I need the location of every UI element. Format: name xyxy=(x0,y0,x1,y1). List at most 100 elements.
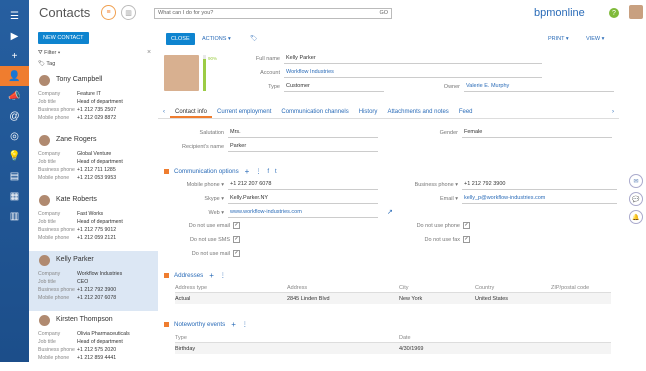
dnu-fax-checkbox[interactable]: ✓ xyxy=(463,236,470,243)
plus-icon[interactable]: + xyxy=(0,46,29,66)
business-phone-label[interactable]: Business phone ▾ xyxy=(388,182,462,188)
type-field[interactable]: Customer xyxy=(284,82,384,92)
salutation-field[interactable]: Mrs. xyxy=(228,128,378,138)
events-section-header[interactable]: Noteworthy events + ⋮ xyxy=(164,320,248,329)
dnu-phone-checkbox[interactable]: ✓ xyxy=(463,222,470,229)
tab-communication-channels[interactable]: Communication channels xyxy=(276,107,353,118)
field-value: +1 212 711 1285 xyxy=(77,167,116,173)
more-icon[interactable]: ⋮ xyxy=(242,321,248,328)
dnu-email-checkbox[interactable]: ✓ xyxy=(233,222,240,229)
dnu-mail-checkbox[interactable]: ✓ xyxy=(233,250,240,257)
document-icon[interactable]: ▤ xyxy=(0,166,29,186)
contact-card[interactable]: Kirsten Thompson Company Olivia Pharmaceut… xyxy=(29,311,158,371)
field-label: Company xyxy=(38,331,61,337)
tab-history[interactable]: History xyxy=(354,107,383,118)
building-icon[interactable]: ▦ xyxy=(0,186,29,206)
view-button[interactable]: VIEW ▾ xyxy=(586,36,604,42)
user-avatar[interactable] xyxy=(629,5,643,19)
add-icon[interactable]: + xyxy=(245,167,250,176)
contact-name[interactable]: Kirsten Thompson xyxy=(56,316,113,323)
contact-card[interactable]: Tony Campbell Company Feature IT Job title H… xyxy=(29,71,158,131)
business-phone-field[interactable]: +1 212 792 3900 xyxy=(462,180,617,190)
page-title: Contacts xyxy=(39,5,91,20)
contact-card[interactable]: Zane Rogers Company Global Venture Job titl… xyxy=(29,131,158,191)
search-input[interactable]: What can I do for you? GO xyxy=(154,8,392,19)
field-label: Company xyxy=(38,211,61,217)
bulb-icon[interactable]: 💡 xyxy=(0,146,29,166)
contact-card[interactable]: Kate Roberts Company Fast Works Job title He… xyxy=(29,191,158,251)
new-contact-button[interactable]: NEW CONTACT xyxy=(38,32,89,44)
list-view-icon[interactable]: ≡ xyxy=(101,5,116,20)
recipient-field[interactable]: Parker xyxy=(228,142,378,152)
facebook-icon[interactable]: f xyxy=(267,169,269,175)
communication-section-header[interactable]: Communication options + ⋮ f t xyxy=(164,167,277,176)
owner-field[interactable]: Valerie E. Murphy xyxy=(464,82,614,92)
contacts-icon[interactable]: 👤 xyxy=(0,66,29,86)
target-icon[interactable]: ◎ xyxy=(0,126,29,146)
mobile-phone-label[interactable]: Mobile phone ▾ xyxy=(178,182,228,188)
contact-photo[interactable] xyxy=(164,55,199,91)
actions-button[interactable]: ACTIONS ▾ xyxy=(202,36,231,42)
skype-label[interactable]: Skype ▾ xyxy=(178,196,228,202)
at-icon[interactable]: @ xyxy=(0,106,29,126)
tabs-prev-icon[interactable]: ‹ xyxy=(158,107,170,118)
more-icon[interactable]: ⋮ xyxy=(220,272,226,279)
web-label[interactable]: Web ▾ xyxy=(178,210,228,216)
contact-field-row: Job title Head of department xyxy=(38,339,156,345)
right-toolbar: ✉ 💬 🔔 xyxy=(626,170,646,228)
tab-attachments-and-notes[interactable]: Attachments and notes xyxy=(382,107,453,118)
contact-name[interactable]: Tony Campbell xyxy=(56,76,102,83)
web-field[interactable]: www.workflow-industries.com xyxy=(228,208,378,218)
twitter-icon[interactable]: t xyxy=(275,169,277,175)
menu-icon[interactable]: ☰ xyxy=(0,6,29,26)
table-row[interactable]: Actual 2845 Linden Blvd New York United Sta… xyxy=(175,293,611,304)
table-cell: Birthday xyxy=(175,345,196,352)
email-label[interactable]: Email ▾ xyxy=(388,196,462,202)
chat-icon[interactable]: 💬 xyxy=(629,192,643,206)
more-icon[interactable]: ⋮ xyxy=(255,168,261,175)
salutation-label: Salutation xyxy=(199,130,224,136)
tag-button[interactable]: 🏷 Tag xyxy=(38,61,55,67)
contact-name[interactable]: Zane Rogers xyxy=(56,136,96,143)
dnu-phone-label: Do not use phone xyxy=(416,223,460,229)
play-icon[interactable]: ▶ xyxy=(0,26,29,46)
account-field[interactable]: Workflow Industries xyxy=(284,68,542,78)
tab-feed[interactable]: Feed xyxy=(454,107,478,118)
tabs-next-icon[interactable]: › xyxy=(607,107,619,118)
contact-name[interactable]: Kelly Parker xyxy=(56,256,94,263)
field-value: CEO xyxy=(77,279,89,285)
add-event-icon[interactable]: + xyxy=(231,320,236,329)
email-field[interactable]: kelly_p@workflow-industries.com xyxy=(462,194,617,204)
full-name-field[interactable]: Kelly Parker xyxy=(284,54,542,64)
filter-button[interactable]: ⛛ Filter ▾ xyxy=(38,50,60,57)
profile-progress-label: 90% xyxy=(208,56,218,61)
open-link-icon[interactable]: ↗ xyxy=(387,208,393,216)
field-value: +1 212 059 2121 xyxy=(77,235,117,241)
analytics-icon[interactable]: ▥ xyxy=(121,5,136,20)
contact-list-panel: NEW CONTACT ⛛ Filter ▾ × 🏷 Tag Tony Camp… xyxy=(29,28,158,362)
print-button[interactable]: PRINT ▾ xyxy=(548,36,569,42)
tag-icon[interactable]: 🏷 xyxy=(250,35,258,42)
close-button[interactable]: CLOSE xyxy=(166,33,195,45)
search-go-button[interactable]: GO xyxy=(379,10,388,16)
tab-current-employment[interactable]: Current employment xyxy=(212,107,276,118)
chart-icon[interactable]: ▥ xyxy=(0,206,29,226)
addresses-section-header[interactable]: Addresses + ⋮ xyxy=(164,271,226,280)
field-value: Head of department xyxy=(77,159,123,165)
bell-icon[interactable]: 🔔 xyxy=(629,210,643,224)
contact-name[interactable]: Kate Roberts xyxy=(56,196,97,203)
tab-contact-info[interactable]: Contact info xyxy=(170,107,213,118)
field-value: +1 212 029 8872 xyxy=(77,115,117,121)
column-header: Address type xyxy=(175,284,208,291)
email-icon[interactable]: ✉ xyxy=(629,174,643,188)
help-icon[interactable]: ? xyxy=(609,8,619,18)
skype-field[interactable]: Kelly.Parker.NY xyxy=(228,194,378,204)
add-address-icon[interactable]: + xyxy=(209,271,214,280)
table-row[interactable]: Birthday 4/30/1969 xyxy=(175,343,611,354)
close-filter-icon[interactable]: × xyxy=(147,49,151,56)
contact-card[interactable]: Kelly Parker Company Workflow Industries Jo… xyxy=(29,251,158,311)
megaphone-icon[interactable]: 📣 xyxy=(0,86,29,106)
mobile-phone-field[interactable]: +1 212 207 6078 xyxy=(228,180,378,190)
dnu-sms-checkbox[interactable]: ✓ xyxy=(233,236,240,243)
gender-field[interactable]: Female xyxy=(462,128,612,138)
